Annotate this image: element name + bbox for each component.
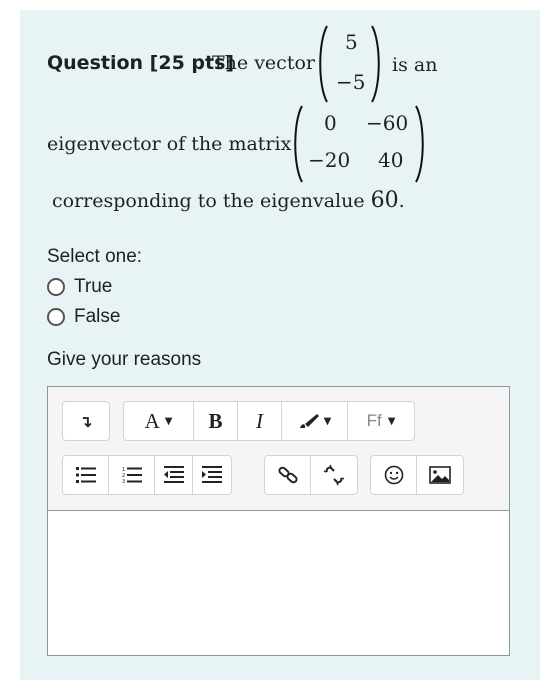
toolbar-group-lists: 1 2 3 (62, 455, 232, 495)
italic-button[interactable]: I (238, 402, 282, 440)
link-icon (277, 466, 298, 484)
svg-text:3: 3 (122, 479, 125, 484)
matrix-entry-1-1: 0 (324, 111, 337, 135)
option-true-label: True (74, 276, 113, 297)
matrix-right-paren (415, 105, 424, 183)
text-color-button[interactable]: ▼ (282, 402, 348, 440)
bullet-list-icon (75, 467, 96, 483)
reasons-label: Give your reasons (47, 349, 202, 370)
vector-entry-2: −5 (336, 70, 366, 94)
vector-right-paren (371, 25, 380, 103)
insert-image-button[interactable] (417, 456, 463, 494)
insert-link-button[interactable] (265, 456, 311, 494)
option-false-label: False (74, 306, 121, 327)
eigenvalue-value: 60 (370, 188, 399, 213)
font-size-icon: A (144, 408, 160, 433)
toolbar-group-collapse: ↴ (62, 401, 110, 441)
toolbar-group-media (370, 455, 464, 495)
chevron-down-icon: ▼ (387, 415, 396, 427)
ordered-list-button[interactable]: 1 2 3 (109, 456, 155, 494)
outdent-button[interactable] (155, 456, 193, 494)
question-text-is-an: is an (392, 54, 438, 76)
collapse-icon: ↴ (79, 411, 93, 431)
font-family-button[interactable]: Ff ▼ (348, 402, 414, 440)
bold-icon: B (208, 408, 223, 433)
toolbar-group-text: A ▼ B I ▼ Ff ▼ (123, 401, 415, 441)
image-icon (429, 466, 451, 484)
option-true[interactable]: True (47, 276, 112, 298)
matrix-entry-1-2: −60 (366, 111, 409, 135)
collapse-toolbar-button[interactable]: ↴ (63, 402, 109, 440)
question-text-eigenvalue-line: corresponding to the eigenvalue 60. (52, 188, 405, 213)
toolbar-group-links (264, 455, 358, 495)
paintbrush-icon (299, 414, 319, 428)
question-label: Question [25 pts] (47, 52, 235, 74)
matrix-entry-2-1: −20 (308, 148, 351, 172)
question-text-eigenvalue-intro: corresponding to the eigenvalue (52, 190, 365, 212)
font-family-icon: Ff (366, 411, 382, 430)
vector-entry-1: 5 (345, 30, 358, 54)
vector-left-paren (319, 25, 328, 103)
indent-icon (202, 466, 222, 483)
matrix-entry-2-2: 40 (378, 148, 404, 172)
radio-true[interactable] (47, 278, 65, 296)
outdent-icon (163, 466, 184, 483)
question-text-matrix-intro: eigenvector of the matrix (47, 133, 292, 155)
bold-button[interactable]: B (194, 402, 238, 440)
insert-emoji-button[interactable] (371, 456, 417, 494)
option-false[interactable]: False (47, 306, 120, 328)
chevron-down-icon: ▼ (323, 415, 332, 427)
question-text-vector-intro: The vector (212, 52, 315, 74)
radio-false[interactable] (47, 308, 65, 326)
chevron-down-icon: ▼ (164, 415, 173, 427)
rich-text-editor: ↴ A ▼ B I ▼ Ff ▼ 1 2 3 (47, 386, 510, 656)
matrix-left-paren (294, 105, 303, 183)
numbered-list-icon: 1 2 3 (122, 467, 142, 484)
select-one-prompt: Select one: (47, 246, 143, 267)
unlink-button[interactable] (311, 456, 357, 494)
italic-icon: I (256, 408, 263, 433)
editor-toolbar: ↴ A ▼ B I ▼ Ff ▼ 1 2 3 (48, 387, 509, 511)
smiley-icon (384, 465, 403, 485)
unlink-icon (323, 464, 345, 486)
font-size-button[interactable]: A ▼ (124, 402, 194, 440)
question-period: . (398, 190, 405, 212)
reasons-text-area[interactable] (48, 511, 509, 655)
unordered-list-button[interactable] (63, 456, 109, 494)
indent-button[interactable] (193, 456, 231, 494)
